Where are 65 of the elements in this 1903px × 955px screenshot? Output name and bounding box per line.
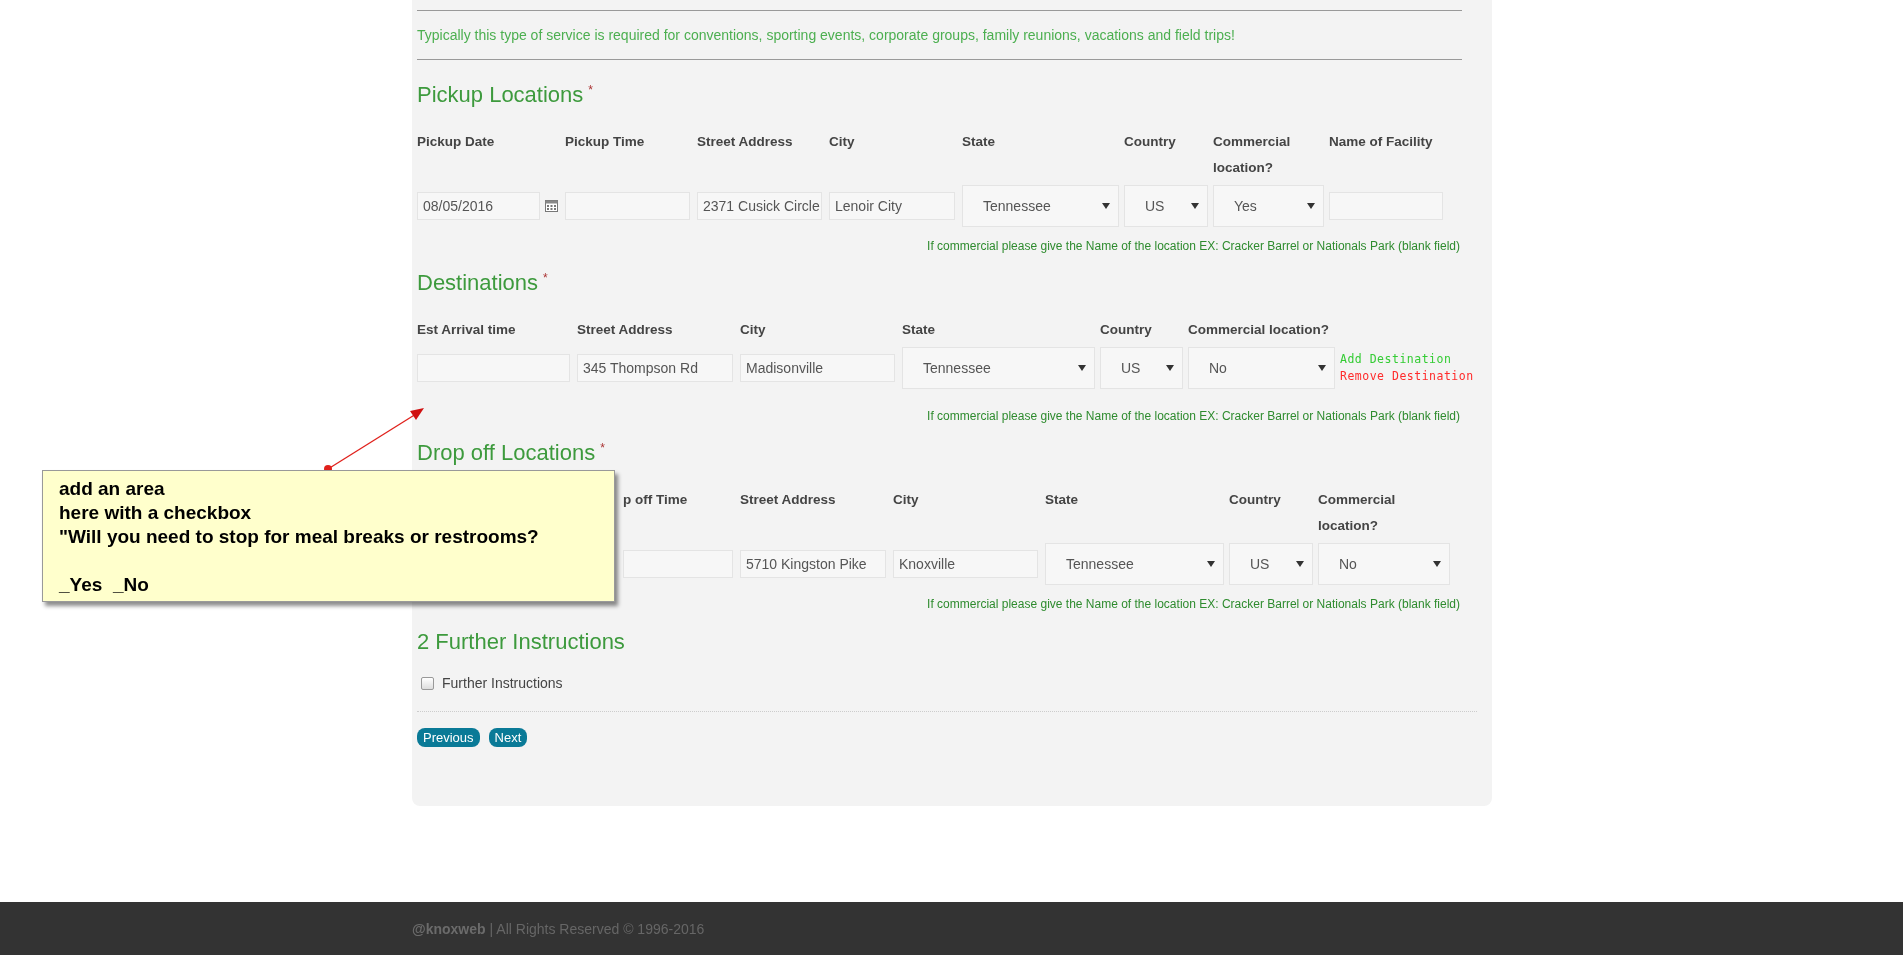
state-select[interactable]: Tennessee [1045, 543, 1224, 585]
input-field[interactable]: Lenoir City [829, 192, 955, 220]
checkbox[interactable] [421, 676, 434, 690]
state-select[interactable]: No [1318, 543, 1450, 585]
column-label: Country [1100, 321, 1153, 339]
column-label: Country [1124, 133, 1177, 151]
column-label: State [902, 321, 936, 339]
column-label: Est Arrival time [417, 321, 517, 339]
caret-icon [1191, 203, 1199, 209]
column-label: State [962, 133, 996, 151]
caret-icon [1102, 203, 1110, 209]
date-field[interactable]: 08/05/2016 [417, 192, 540, 220]
caret-icon [1207, 561, 1215, 567]
caret-icon [1307, 203, 1315, 209]
nav-button[interactable]: Previous [417, 728, 480, 747]
input-field[interactable]: 345 Thompson Rd [577, 354, 733, 382]
column-label: State [1045, 491, 1079, 509]
nav-button[interactable]: Next [488, 728, 528, 747]
hint-text: If commercial please give the Name of the location EX: Cracker Barrel or Nationals Park (blank field) [926, 409, 1461, 423]
annotation-text: here with a checkbox [59, 501, 253, 525]
state-select[interactable]: Tennessee [962, 185, 1119, 227]
column-label: Street Address [697, 133, 794, 151]
calendar-icon[interactable] [545, 200, 558, 212]
column-label: Pickup Date [417, 133, 496, 151]
column-label: City [829, 133, 856, 151]
annotation-text: "Will you need to stop for meal breaks or restrooms? [59, 525, 540, 549]
required-mark: * [600, 441, 605, 455]
caret-icon [1433, 561, 1441, 567]
column-label: City [893, 491, 920, 509]
state-select[interactable]: Tennessee [902, 347, 1095, 389]
hint-text: If commercial please give the Name of the location EX: Cracker Barrel or Nationals Park (blank field) [926, 597, 1461, 611]
column-label: City [740, 321, 767, 339]
input-field[interactable]: 2371 Cusick Circle [697, 192, 822, 220]
caret-icon [1166, 365, 1174, 371]
state-select[interactable]: US [1100, 347, 1183, 389]
annotation-text: add an area [59, 477, 166, 501]
section-heading: Pickup Locations [417, 82, 584, 108]
column-label: Country [1229, 491, 1282, 509]
state-select[interactable]: Yes [1213, 185, 1324, 227]
required-mark: * [588, 83, 593, 97]
state-select[interactable]: US [1124, 185, 1208, 227]
hint-text: If commercial please give the Name of the location EX: Cracker Barrel or Nationals Park (blank field) [926, 239, 1461, 253]
column-label: Commercial location? [1188, 321, 1331, 339]
caret-icon [1296, 561, 1304, 567]
column-label: p off Time [623, 491, 689, 509]
section-heading: Drop off Locations [417, 440, 596, 466]
section-heading: Destinations [417, 270, 539, 296]
caret-icon [1318, 365, 1326, 371]
column-label: Commercial location? [1213, 133, 1292, 177]
column-label: Commercial location? [1318, 491, 1397, 535]
input-field[interactable]: 5710 Kingston Pike [740, 550, 886, 578]
state-select[interactable]: US [1229, 543, 1313, 585]
required-mark: * [543, 271, 548, 285]
column-label: Street Address [577, 321, 674, 339]
caret-icon [1078, 365, 1086, 371]
input-field[interactable]: Madisonville [740, 354, 895, 382]
column-label: Name of Facility [1329, 133, 1434, 151]
annotation-text: _Yes _No [59, 573, 150, 597]
state-select[interactable]: No [1188, 347, 1335, 389]
section-heading: 2 Further Instructions [417, 629, 626, 655]
input-field[interactable]: Knoxville [893, 550, 1038, 578]
intro-text: Typically this type of service is required for conventions, sporting events, corporate groups, family reunions, vacations and field trips! [417, 26, 1236, 45]
checkbox-label: Further Instructions [442, 675, 563, 691]
column-label: Street Address [740, 491, 837, 509]
column-label: Pickup Time [565, 133, 646, 151]
